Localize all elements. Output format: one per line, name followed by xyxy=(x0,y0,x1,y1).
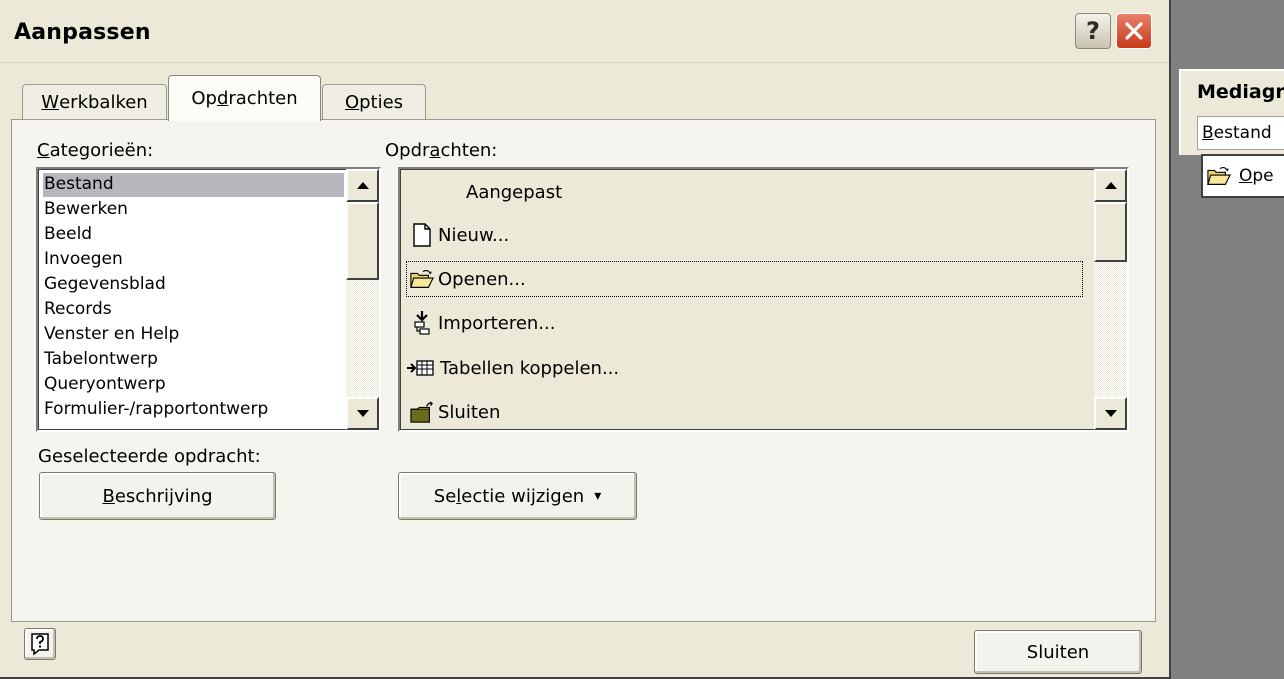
tab-opdrachten[interactable]: Op d rachten xyxy=(168,75,321,121)
command-label: Openen... xyxy=(438,268,526,290)
tab-werkbalken[interactable]: Werkbalken xyxy=(22,84,167,120)
up-arrow-icon xyxy=(356,182,369,189)
tab-opties[interactable]: Opties xyxy=(322,84,426,120)
category-item[interactable]: Invoegen xyxy=(43,248,344,272)
command-item-openen[interactable]: Openen... xyxy=(406,261,1083,297)
scroll-thumb[interactable] xyxy=(346,202,379,280)
command-item-nieuw[interactable]: Nieuw... xyxy=(406,217,1083,253)
category-item[interactable]: Formulier-/rapportontwerp xyxy=(43,398,344,422)
link-tables-icon xyxy=(406,356,436,380)
category-item[interactable]: Venster en Help xyxy=(43,323,344,347)
scroll-thumb[interactable] xyxy=(1094,202,1127,262)
open-folder-icon xyxy=(1207,164,1231,188)
toolbar-menu-bestand[interactable]: Bestand xyxy=(1197,116,1284,150)
commands-label: Opdrachten: xyxy=(385,140,497,161)
description-button-accel: B xyxy=(102,485,115,507)
down-arrow-icon xyxy=(356,410,369,417)
modify-selection-label: ectie wijzigen xyxy=(461,485,585,507)
category-item[interactable]: Bewerken xyxy=(43,198,344,222)
title-bar[interactable]: Aanpassen ? xyxy=(0,0,1169,63)
toolbar-submenu-accel: O xyxy=(1239,166,1253,186)
commands-label-accel: a xyxy=(429,140,441,161)
toolbar-submenu-open[interactable]: Ope xyxy=(1201,154,1284,198)
help-icon xyxy=(31,633,49,656)
new-document-icon xyxy=(410,223,434,247)
modify-selection-label-pre: Se xyxy=(433,485,457,507)
tab-opties-accel: O xyxy=(344,92,360,113)
import-icon xyxy=(410,311,434,335)
media-toolbar: Mediagr Bestand xyxy=(1179,69,1284,155)
title-help-button[interactable]: ? xyxy=(1075,13,1111,49)
modify-selection-button[interactable]: Se l ectie wijzigen ▾ xyxy=(398,472,637,520)
close-button[interactable]: Sluiten xyxy=(974,630,1142,674)
command-item-tabellen-koppelen[interactable]: Tabellen koppelen... xyxy=(406,350,1083,386)
up-arrow-icon xyxy=(1104,182,1117,189)
tab-opdrachten-label: rachten xyxy=(228,88,298,109)
categories-label-accel: C xyxy=(37,140,50,161)
open-folder-icon xyxy=(410,267,434,291)
tab-opdrachten-accel: d xyxy=(216,88,229,109)
close-icon xyxy=(1125,22,1143,40)
close-folder-icon xyxy=(410,400,434,424)
scroll-down-button[interactable] xyxy=(1094,397,1127,430)
customize-dialog: Aanpassen ? Werkbalken Op d rachten Opties… xyxy=(0,0,1171,679)
toolbar-title: Mediagr xyxy=(1197,81,1284,103)
category-item[interactable]: Beeld xyxy=(43,223,344,247)
question-mark-icon: ? xyxy=(1086,17,1100,45)
command-label: Tabellen koppelen... xyxy=(440,357,620,379)
selected-command-label: Geselecteerde opdracht: xyxy=(38,446,261,467)
down-arrow-icon xyxy=(1104,410,1117,417)
category-item[interactable]: Gegevensblad xyxy=(43,273,344,297)
toolbar-submenu-label: Ope xyxy=(1239,166,1274,186)
command-item-importeren[interactable]: Importeren... xyxy=(406,305,1083,341)
command-label: Nieuw... xyxy=(438,224,510,246)
categories-scrollbar[interactable] xyxy=(346,169,379,430)
categories-label-text: ategorieën: xyxy=(49,140,154,161)
command-item-sluiten[interactable]: Sluiten xyxy=(406,394,1083,430)
description-button-label: eschrijving xyxy=(114,485,213,507)
description-button[interactable]: Beschrijving xyxy=(39,472,276,520)
categories-listbox[interactable]: Bestand Bewerken Beeld Invoegen Gegevens… xyxy=(36,167,381,432)
tab-werkbalken-accel: W xyxy=(41,92,60,113)
command-label: Aangepast xyxy=(466,181,563,203)
categories-label: Categorieën: xyxy=(37,140,153,161)
command-item-aangepast[interactable]: Aangepast xyxy=(406,174,1083,210)
toolbar-submenu-text: pe xyxy=(1252,166,1274,186)
command-label: Sluiten xyxy=(438,401,501,423)
tab-opdrachten-label-pre: Op xyxy=(191,88,217,109)
commands-label-pre: Opdr xyxy=(385,140,430,161)
category-item[interactable]: Bestand xyxy=(43,173,344,197)
commands-scrollbar[interactable] xyxy=(1094,169,1127,430)
command-label: Importeren... xyxy=(438,312,556,334)
category-item[interactable]: Tabelontwerp xyxy=(43,348,344,372)
toolbar-menu-accel: B xyxy=(1202,123,1214,143)
commands-listbox[interactable]: Aangepast Nieuw... Openen... Importeren.… xyxy=(398,167,1129,432)
toolbar-menu-label: estand xyxy=(1213,123,1272,143)
dialog-title: Aanpassen xyxy=(14,20,151,45)
help-button[interactable] xyxy=(24,628,56,660)
scroll-up-button[interactable] xyxy=(346,169,379,202)
dropdown-arrow-icon: ▾ xyxy=(594,488,602,504)
scroll-down-button[interactable] xyxy=(346,397,379,430)
category-item[interactable]: Records xyxy=(43,298,344,322)
blank-icon xyxy=(438,180,462,204)
commands-label-text: chten: xyxy=(440,140,498,161)
category-item[interactable]: Queryontwerp xyxy=(43,373,344,397)
tab-opties-label: pties xyxy=(359,92,404,113)
title-close-button[interactable] xyxy=(1116,13,1152,49)
scroll-up-button[interactable] xyxy=(1094,169,1127,202)
tab-werkbalken-label: erkbalken xyxy=(59,92,148,113)
